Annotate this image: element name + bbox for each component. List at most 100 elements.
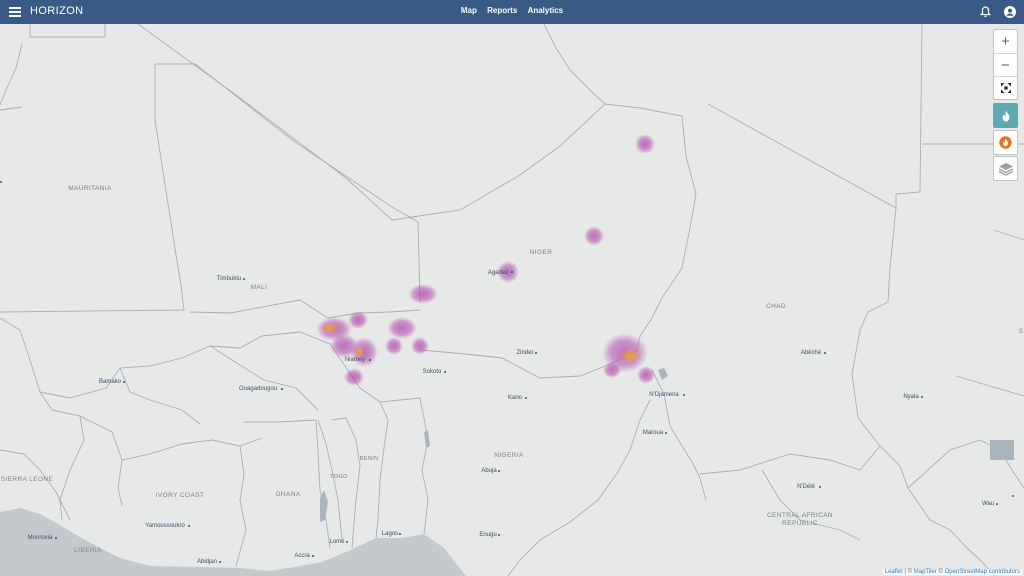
city-label: Ouagadougou: [239, 386, 277, 392]
city-dot: [511, 271, 513, 273]
heat-spot: [637, 366, 655, 384]
city-label: Niamey: [345, 357, 365, 363]
main-nav: Map Reports Analytics: [0, 6, 1024, 15]
fullscreen-icon: [1000, 83, 1011, 93]
country-label: CENTRAL AFRICAN: [767, 512, 833, 519]
country-label: S: [1019, 328, 1024, 335]
heat-hotspot: [619, 348, 641, 364]
layers-toggle[interactable]: [994, 157, 1017, 180]
country-label: NIGER: [530, 249, 553, 256]
nav-analytics[interactable]: Analytics: [528, 6, 564, 15]
city-dot: [369, 359, 371, 361]
city-dot: [399, 533, 401, 535]
city-label: Lomé: [329, 539, 345, 545]
city-label: Lagos: [382, 531, 398, 537]
city-label: Bamako: [99, 379, 122, 385]
attribution-separator: | ©: [902, 569, 914, 575]
sudd-lake: [990, 440, 1014, 460]
fullscreen-button[interactable]: [994, 76, 1017, 99]
city-label: Zinder: [516, 350, 533, 356]
country-label: BENIN: [360, 456, 379, 462]
land-background: [0, 24, 1024, 576]
city-dot: [55, 537, 57, 539]
city-label: Timbuktu: [217, 276, 241, 282]
city-dot: [683, 394, 685, 396]
city-dot: [535, 352, 537, 354]
city-dot: [525, 397, 527, 399]
country-label: SIERRA LEONE: [1, 476, 54, 483]
country-label: NIGERIA: [494, 452, 524, 459]
map-view[interactable]: MAURITANIA MALI NIGER CHAD BENIN TOGO NI…: [0, 24, 1024, 576]
top-navbar: HORIZON Map Reports Analytics: [0, 0, 1024, 24]
map-toolbar: + −: [993, 29, 1018, 100]
country-label: CHAD: [766, 303, 786, 310]
country-label: REPUBLIC: [782, 520, 818, 527]
heat-spot: [603, 362, 621, 378]
city-label: Maroua: [643, 430, 664, 436]
city-label: Accra: [294, 553, 310, 559]
heat-spot: [584, 226, 604, 246]
heat-spot: [408, 284, 438, 304]
city-dot: [665, 432, 667, 434]
city-label: Nyala: [903, 394, 919, 400]
city-dot: [123, 381, 125, 383]
city-label: Enugu: [479, 532, 496, 538]
city-dot: [0, 181, 2, 183]
layers-button[interactable]: [993, 156, 1018, 181]
city-dot: [819, 486, 821, 488]
heatmap-toggle-button[interactable]: [993, 103, 1018, 128]
heat-spot: [385, 337, 403, 355]
country-label: IVORY COAST: [156, 492, 205, 499]
flame-icon: [1002, 110, 1009, 121]
city-label: Agadez: [488, 270, 508, 276]
city-dot: [1012, 495, 1014, 497]
city-dot: [498, 534, 500, 536]
country-label: GHANA: [275, 491, 300, 498]
nav-map[interactable]: Map: [461, 6, 477, 15]
heatmap-toggle[interactable]: [994, 104, 1017, 127]
country-label: TOGO: [330, 474, 348, 480]
heat-hotspot: [321, 322, 339, 334]
city-dot: [281, 388, 283, 390]
city-dot: [219, 561, 221, 563]
nav-reports[interactable]: Reports: [487, 6, 517, 15]
city-dot: [824, 352, 826, 354]
leaflet-link[interactable]: Leaflet: [885, 569, 903, 575]
zoom-out-button[interactable]: −: [994, 53, 1017, 76]
map-canvas: MAURITANIA MALI NIGER CHAD BENIN TOGO NI…: [0, 24, 1024, 576]
city-dot: [243, 278, 245, 280]
city-dot: [346, 541, 348, 543]
osm-link[interactable]: OpenStreetMap contributors: [945, 569, 1020, 575]
heat-spot: [387, 317, 417, 339]
city-label: N'Djamena: [649, 392, 679, 398]
city-label: Abidjan: [197, 559, 217, 565]
fire-layer-button[interactable]: [993, 130, 1018, 155]
country-label: LIBERIA: [74, 547, 102, 554]
city-dot: [498, 470, 500, 472]
city-label: N'Délé: [797, 484, 815, 490]
maptiler-link[interactable]: MapTiler: [914, 569, 937, 575]
heat-spot: [344, 368, 364, 386]
city-label: Monrovia: [28, 535, 53, 541]
bell-icon[interactable]: [980, 6, 991, 18]
city-label: Sokoto: [423, 369, 442, 375]
city-label: Wau: [982, 501, 994, 507]
country-label: MAURITANIA: [68, 185, 112, 192]
heat-spot: [411, 337, 429, 355]
city-dot: [312, 555, 314, 557]
fire-layer-toggle[interactable]: [994, 131, 1017, 154]
user-circle-icon[interactable]: [1004, 6, 1016, 18]
attribution-separator: ©: [936, 569, 945, 575]
layers-icon: [998, 162, 1013, 176]
fire-icon: [999, 136, 1012, 149]
heat-spot: [348, 311, 368, 329]
city-dot: [188, 525, 190, 527]
city-dot: [921, 396, 923, 398]
city-label: Kano: [508, 395, 523, 401]
zoom-in-button[interactable]: +: [994, 30, 1017, 53]
city-label: Abéché: [801, 350, 822, 356]
heat-spot: [635, 134, 655, 154]
city-label: Yamoussoukro: [145, 523, 185, 529]
city-dot: [996, 503, 998, 505]
city-dot: [444, 371, 446, 373]
